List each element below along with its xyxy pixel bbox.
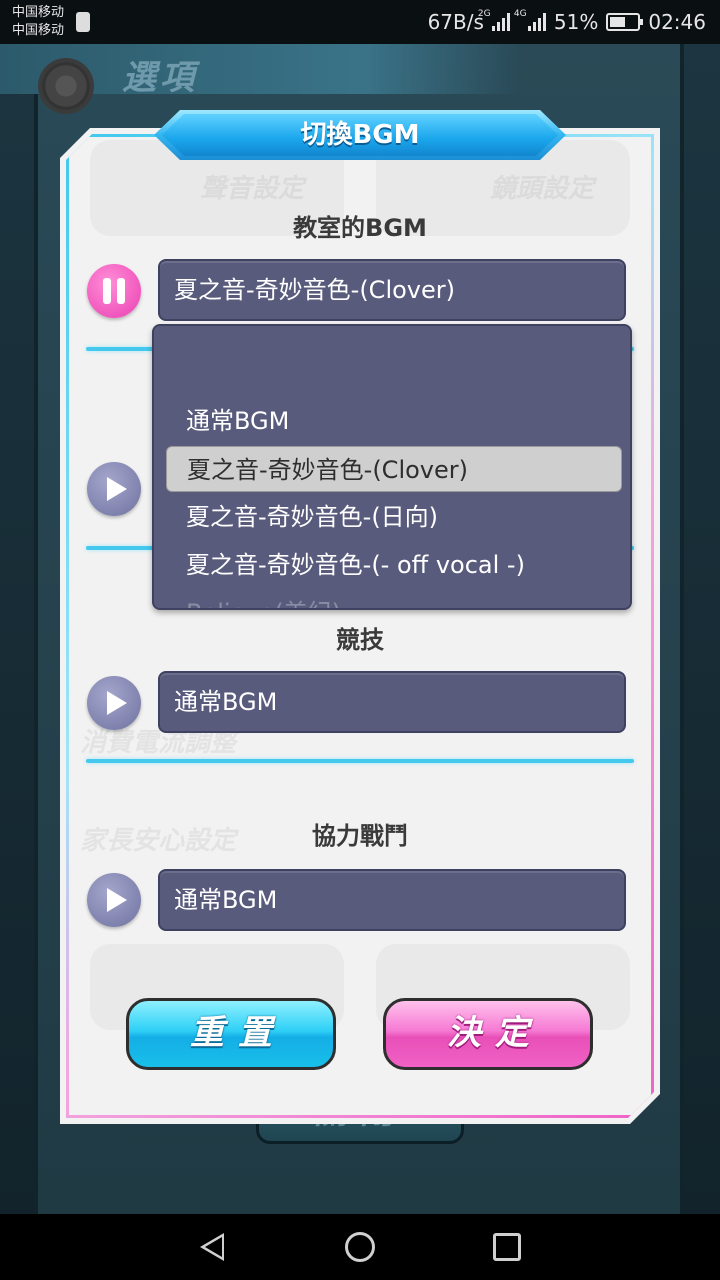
dropdown-option[interactable]: 夏之音-奇妙音色-(日向) xyxy=(166,494,622,540)
recent-square-icon[interactable] xyxy=(493,1233,521,1261)
section-label-competition: 競技 xyxy=(336,626,384,654)
back-triangle-icon[interactable] xyxy=(200,1233,224,1261)
confirm-button[interactable]: 決定 xyxy=(383,998,593,1070)
status-bar: 中国移动 中国移动 67B/s 2G 4G 51% 02:46 xyxy=(0,0,720,44)
carrier-2: 中国移动 xyxy=(12,23,65,38)
bgm-dropdown-list[interactable]: 通常BGM 夏之音-奇妙音色-(Clover) 夏之音-奇妙音色-(日向) 夏之… xyxy=(152,324,632,610)
reset-button[interactable]: 重置 xyxy=(126,998,336,1070)
status-right: 67B/s 2G 4G 51% 02:46 xyxy=(428,8,706,36)
battery-percent: 51% xyxy=(553,10,599,34)
signal-4g-tag: 4G xyxy=(513,9,527,19)
home-circle-icon[interactable] xyxy=(345,1232,375,1262)
play-icon xyxy=(107,888,127,912)
dropdown-option[interactable]: Believe(美紀) xyxy=(166,590,622,608)
carrier-labels: 中国移动 中国移动 xyxy=(12,4,64,40)
clock: 02:46 xyxy=(648,10,706,34)
section-label-classroom: 教室的BGM xyxy=(293,214,427,242)
play-button[interactable] xyxy=(87,676,141,730)
gear-icon xyxy=(42,62,90,110)
navigation-bar xyxy=(0,1214,720,1280)
section-label-coop-battle: 協力戰鬥 xyxy=(312,822,408,850)
bgm-select-coop-battle[interactable]: 通常BGM xyxy=(158,869,626,931)
battery-icon xyxy=(606,13,644,31)
signal-4g-icon: 4G xyxy=(514,9,546,31)
header-title: 選項 xyxy=(122,58,198,98)
carrier-1: 中国移动 xyxy=(12,5,65,20)
row-divider xyxy=(86,759,634,763)
signal-2g-tag: 2G xyxy=(477,9,491,19)
play-button[interactable] xyxy=(87,462,141,516)
pause-button[interactable] xyxy=(87,264,141,318)
play-button[interactable] xyxy=(87,873,141,927)
pause-icon xyxy=(103,278,111,304)
play-icon xyxy=(107,477,127,501)
signal-2g-icon: 2G xyxy=(478,9,510,31)
net-speed: 67B/s xyxy=(427,10,484,34)
bgm-select-competition[interactable]: 通常BGM xyxy=(158,671,626,733)
ghost-label: 聲音設定 xyxy=(200,174,305,204)
play-icon xyxy=(107,691,127,715)
ghost-label: 鏡頭設定 xyxy=(490,174,595,204)
dialog-title: 切換BGM xyxy=(162,114,558,156)
dropdown-option[interactable]: 通常BGM xyxy=(166,398,622,444)
dropdown-option-selected[interactable]: 夏之音-奇妙音色-(Clover) xyxy=(166,446,622,492)
dropdown-option[interactable]: 夏之音-奇妙音色-(- off vocal -) xyxy=(166,542,622,588)
bgm-select-classroom[interactable]: 夏之音-奇妙音色-(Clover) xyxy=(158,259,626,321)
alert-icon xyxy=(76,12,90,32)
